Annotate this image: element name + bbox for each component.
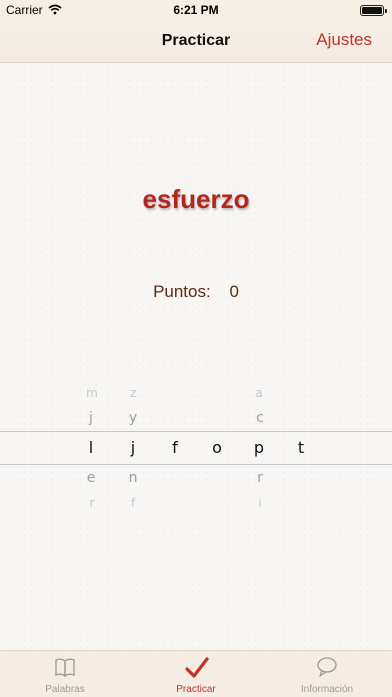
tab-label: Palabras	[45, 684, 85, 695]
letter[interactable]: c	[250, 410, 270, 426]
letter[interactable]: i	[250, 496, 270, 510]
selection-line-bottom	[0, 464, 392, 465]
letter[interactable]: f	[165, 438, 185, 457]
letter[interactable]: r	[82, 496, 102, 510]
tab-practicar[interactable]: Practicar	[131, 651, 261, 697]
letter[interactable]: o	[207, 438, 227, 457]
settings-button[interactable]: Ajustes	[316, 30, 372, 50]
letter[interactable]: j	[81, 410, 101, 426]
status-bar: Carrier 6:21 PM	[0, 0, 392, 20]
navigation-bar: Practicar Ajustes	[0, 20, 392, 63]
score-value: 0	[229, 282, 239, 301]
letter[interactable]: l	[81, 438, 101, 457]
tab-label: Información	[300, 684, 354, 695]
selection-line-top	[0, 431, 392, 432]
clock: 6:21 PM	[173, 3, 219, 17]
letter[interactable]: m	[82, 386, 102, 400]
letter[interactable]: r	[250, 470, 270, 486]
practice-word: esfuerzo	[142, 184, 250, 214]
letter[interactable]: j	[123, 438, 143, 457]
tab-palabras[interactable]: Palabras	[0, 651, 130, 697]
letter[interactable]: f	[123, 496, 143, 510]
letter[interactable]: n	[123, 470, 143, 486]
letter[interactable]: y	[123, 410, 143, 426]
letter[interactable]: e	[81, 470, 101, 486]
letter[interactable]: p	[249, 438, 269, 457]
letter[interactable]: t	[291, 438, 311, 457]
battery-icon	[360, 5, 387, 16]
letter[interactable]: z	[123, 386, 143, 400]
tab-informacion[interactable]: Información	[262, 651, 392, 697]
score-label: Puntos:	[153, 282, 211, 301]
score-display: Puntos: 0	[0, 282, 392, 302]
tab-label: Practicar	[176, 684, 216, 695]
letter[interactable]: a	[249, 386, 269, 400]
tab-bar: Palabras Practicar Información	[0, 650, 392, 697]
